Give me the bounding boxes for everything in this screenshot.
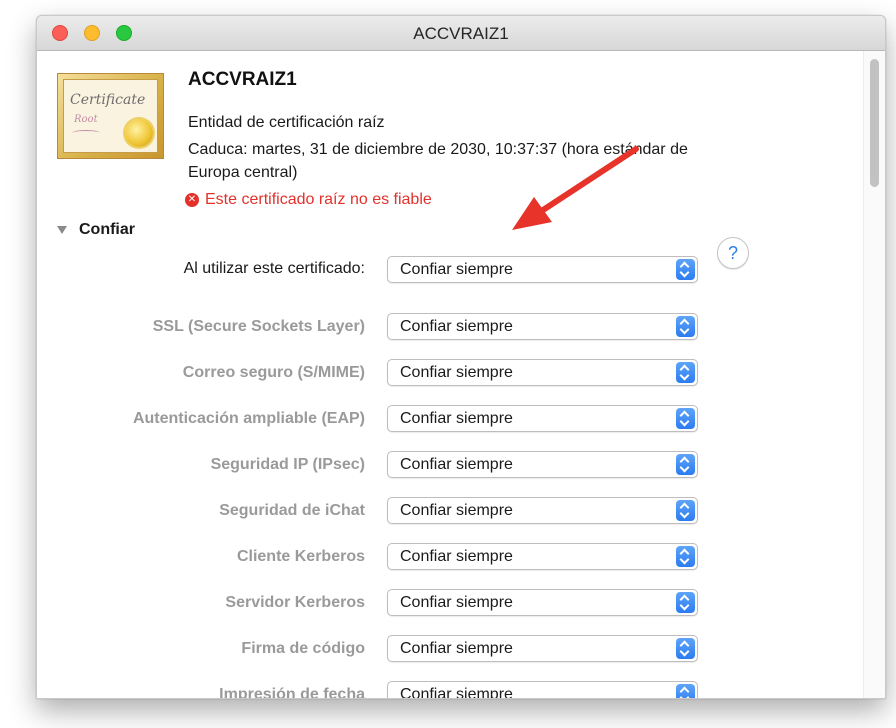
trust-section-header[interactable]: Confiar: [57, 221, 135, 239]
chevron-updown-icon[interactable]: [676, 454, 695, 475]
trust-row-label: Firma de código: [241, 640, 365, 657]
trust-row-select[interactable]: Confiar siempre: [387, 681, 698, 699]
select-value: Confiar siempre: [400, 640, 513, 657]
certificate-icon-subword: Root: [74, 114, 98, 125]
certificate-expiry-line1: Caduca: martes, 31 de diciembre de 2030,…: [188, 141, 688, 158]
disclosure-triangle-icon[interactable]: [57, 226, 67, 234]
chevron-updown-icon[interactable]: [676, 362, 695, 383]
select-value: Confiar siempre: [400, 548, 513, 565]
chevron-updown-icon[interactable]: [676, 408, 695, 429]
scroll-thumb[interactable]: [870, 59, 879, 187]
vertical-scrollbar[interactable]: [863, 51, 885, 698]
trust-row-label: SSL (Secure Sockets Layer): [152, 318, 365, 335]
untrusted-warning: ✕ Este certificado raíz no es fiable: [185, 191, 432, 209]
main-trust-select[interactable]: Confiar siempre: [387, 256, 698, 283]
certificate-flourish: [72, 130, 100, 136]
trust-row-select[interactable]: Confiar siempre: [387, 635, 698, 662]
chevron-updown-icon[interactable]: [676, 592, 695, 613]
window-title: ACCVRAIZ1: [413, 24, 509, 43]
chevron-updown-icon[interactable]: [676, 500, 695, 521]
certificate-details: Certificate Root ACCVRAIZ1 Entidad de ce…: [37, 51, 863, 698]
trust-section-label: Confiar: [79, 221, 135, 238]
trust-row-label: Autenticación ampliable (EAP): [132, 410, 365, 427]
trust-row-select[interactable]: Confiar siempre: [387, 405, 698, 432]
select-value: Confiar siempre: [400, 410, 513, 427]
title-bar[interactable]: ACCVRAIZ1: [37, 16, 885, 51]
chevron-updown-icon[interactable]: [676, 316, 695, 337]
trust-row-label: Seguridad de iChat: [219, 502, 365, 519]
certificate-window: ACCVRAIZ1 Certificate Root ACCVRAIZ1 Ent…: [36, 15, 886, 699]
trust-row-label: Cliente Kerberos: [236, 548, 365, 565]
certificate-icon: Certificate Root: [57, 73, 164, 159]
trust-row-label: Seguridad IP (IPsec): [210, 456, 365, 473]
trust-row-label: Correo seguro (S/MIME): [182, 364, 365, 381]
certificate-expiry-line2: Europa central): [188, 164, 298, 181]
trust-row-select[interactable]: Confiar siempre: [387, 451, 698, 478]
help-button[interactable]: ?: [717, 237, 749, 269]
select-value: Confiar siempre: [400, 594, 513, 611]
select-value: Confiar siempre: [400, 686, 513, 699]
main-trust-label: Al utilizar este certificado:: [183, 260, 365, 277]
trust-row-label: Impresión de fecha: [219, 686, 365, 699]
select-value: Confiar siempre: [400, 456, 513, 473]
chevron-updown-icon[interactable]: [676, 546, 695, 567]
certificate-type: Entidad de certificación raíz: [188, 114, 385, 131]
certificate-icon-word: Certificate: [70, 92, 146, 108]
select-value: Confiar siempre: [400, 364, 513, 381]
warning-text: Este certificado raíz no es fiable: [205, 191, 432, 208]
chevron-updown-icon[interactable]: [676, 259, 695, 280]
select-value: Confiar siempre: [400, 261, 513, 278]
trust-row-select[interactable]: Confiar siempre: [387, 359, 698, 386]
trust-row-label: Servidor Kerberos: [225, 594, 365, 611]
trust-row-select[interactable]: Confiar siempre: [387, 313, 698, 340]
chevron-updown-icon[interactable]: [676, 638, 695, 659]
chevron-updown-icon[interactable]: [676, 684, 695, 698]
trust-row-select[interactable]: Confiar siempre: [387, 543, 698, 570]
select-value: Confiar siempre: [400, 318, 513, 335]
trust-row-select[interactable]: Confiar siempre: [387, 589, 698, 616]
select-value: Confiar siempre: [400, 502, 513, 519]
certificate-name: ACCVRAIZ1: [188, 69, 297, 90]
seal-icon: [125, 119, 153, 147]
trust-row-select[interactable]: Confiar siempre: [387, 497, 698, 524]
error-x-icon: ✕: [185, 193, 199, 207]
